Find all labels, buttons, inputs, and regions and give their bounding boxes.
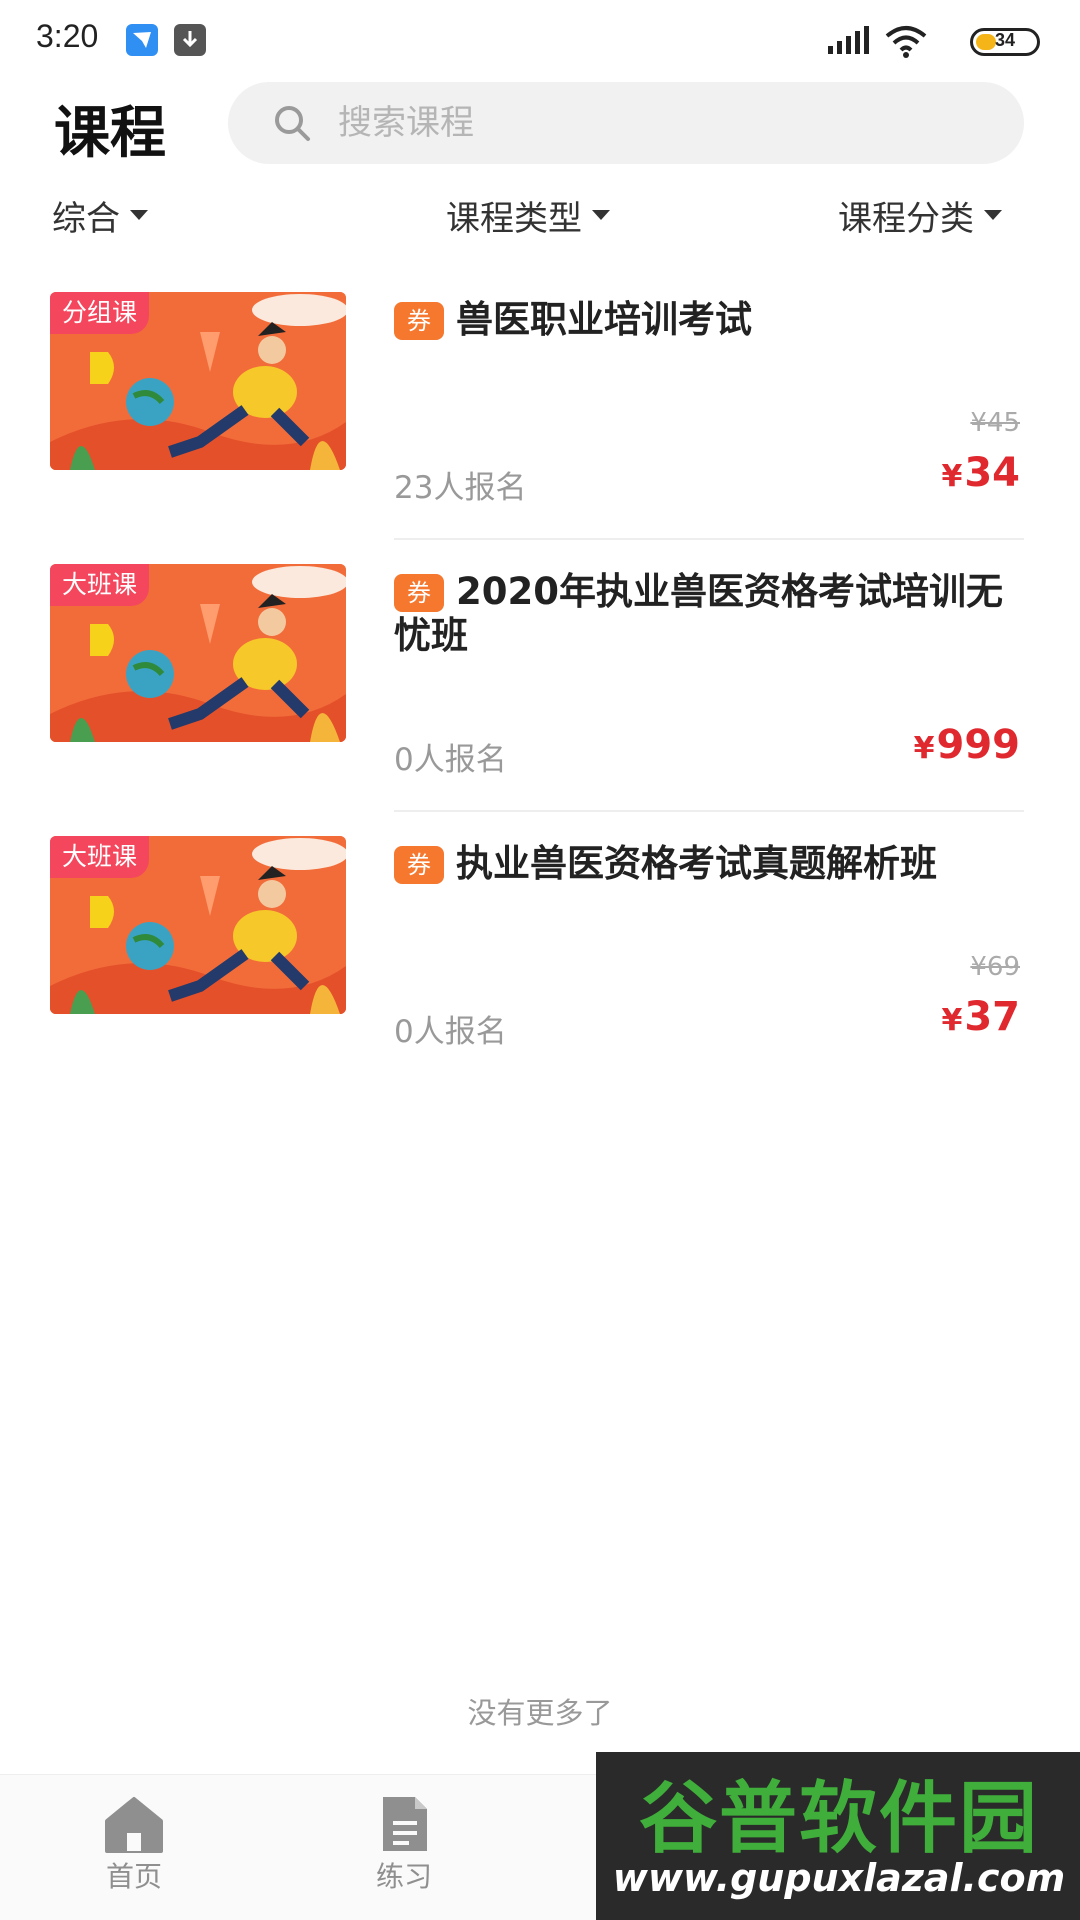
filter-label: 课程分类: [838, 198, 974, 239]
caret-down-icon: [592, 210, 610, 220]
course-thumbnail: 分组课: [50, 292, 346, 470]
course-item[interactable]: 大班课 券 执业兽医资格考试真题解析班 ¥69 0人报名 ¥37: [0, 834, 1080, 1106]
course-title: 兽医职业培训考试: [456, 298, 752, 341]
signal-icon: [828, 26, 872, 60]
course-price: ¥37: [941, 994, 1020, 1040]
course-type-tag: 分组课: [50, 292, 150, 334]
course-thumbnail: 大班课: [50, 836, 346, 1014]
list-end-text: 没有更多了: [467, 1696, 613, 1730]
course-item[interactable]: 分组课 券 兽医职业培训考试 ¥45 23人报名 ¥34: [0, 290, 1080, 562]
wifi-icon: [884, 24, 928, 62]
course-title: 执业兽医资格考试真题解析班: [456, 842, 937, 885]
search-bar[interactable]: [228, 82, 1024, 164]
tab-label: 首页: [105, 1860, 162, 1893]
currency-symbol: ¥: [941, 459, 963, 494]
caret-down-icon: [130, 210, 148, 220]
watermark-title: 谷普软件园: [638, 1774, 1039, 1864]
status-time: 3:20: [36, 18, 99, 54]
course-title: 2020年执业兽医资格考试培训无忧班: [394, 570, 1003, 657]
course-price: ¥999: [914, 722, 1020, 768]
document-icon: [334, 1795, 474, 1853]
search-icon: [272, 103, 312, 147]
tab-practice[interactable]: 练习: [334, 1795, 474, 1895]
download-icon: [174, 24, 206, 56]
currency-symbol: ¥: [913, 731, 935, 766]
original-price: ¥45: [970, 408, 1020, 438]
watermark-url: www.gupuxlazal.com: [612, 1856, 1066, 1900]
filter-label: 综合: [52, 198, 120, 239]
notification-app-icon: [126, 24, 158, 56]
enrollment-count: 0人报名: [394, 1014, 507, 1050]
enrollment-count: 23人报名: [394, 470, 527, 506]
search-input[interactable]: [338, 82, 978, 164]
enrollment-count: 0人报名: [394, 742, 507, 778]
divider: [394, 538, 1024, 540]
tab-home[interactable]: 首页: [64, 1795, 204, 1895]
course-thumbnail: 大班课: [50, 564, 346, 742]
battery-icon: 34: [970, 28, 1040, 56]
caret-down-icon: [984, 210, 1002, 220]
home-icon: [64, 1795, 204, 1853]
price-value: 37: [964, 994, 1020, 1040]
filter-label: 课程类型: [446, 198, 582, 239]
status-bar: 3:20 34: [0, 0, 1080, 80]
filter-course-category[interactable]: 课程分类: [838, 190, 1002, 240]
page-title: 课程: [54, 101, 166, 166]
course-type-tag: 大班课: [50, 564, 150, 606]
course-type-tag: 大班课: [50, 836, 150, 878]
tab-label: 练习: [375, 1860, 432, 1893]
course-price: ¥34: [941, 450, 1020, 496]
currency-symbol: ¥: [941, 1003, 963, 1038]
course-item[interactable]: 大班课 券 2020年执业兽医资格考试培训无忧班 0人报名 ¥999: [0, 562, 1080, 834]
divider: [394, 810, 1024, 812]
price-value: 34: [964, 450, 1020, 496]
watermark: 谷普软件园 www.gupuxlazal.com: [596, 1752, 1080, 1920]
original-price: ¥69: [970, 952, 1020, 982]
battery-text: 34: [994, 30, 1016, 50]
price-value: 999: [936, 722, 1021, 768]
filter-course-type[interactable]: 课程类型: [446, 190, 610, 240]
filter-comprehensive[interactable]: 综合: [52, 190, 148, 240]
